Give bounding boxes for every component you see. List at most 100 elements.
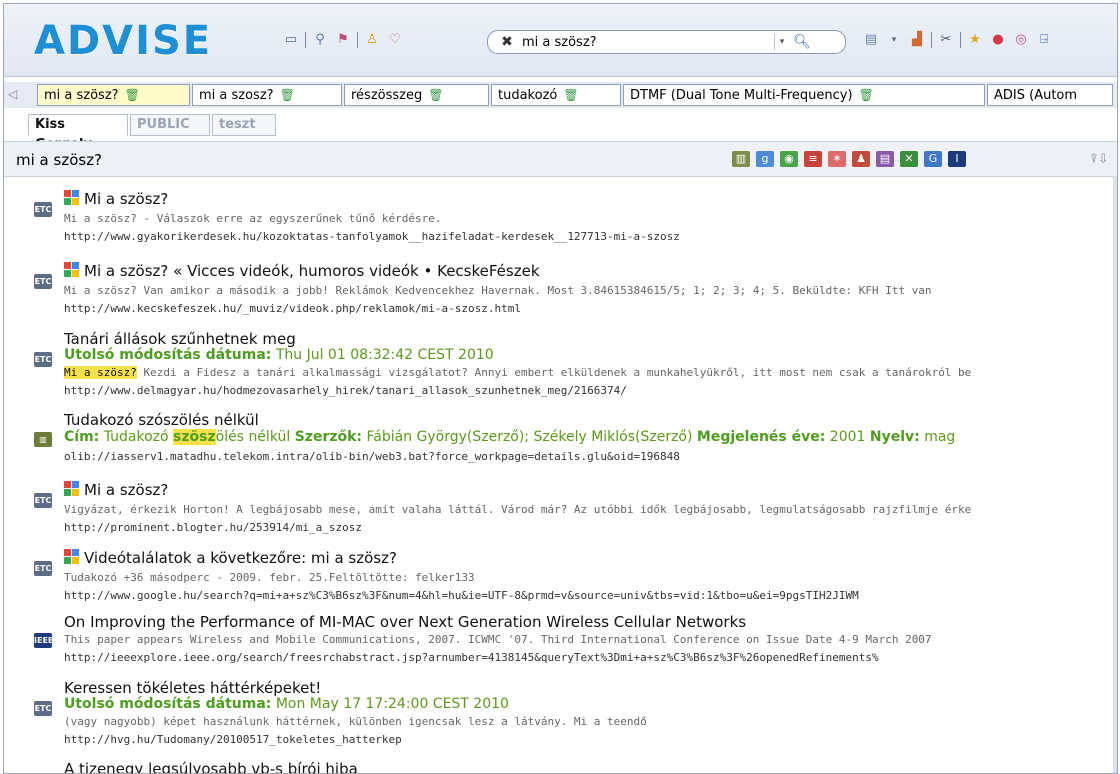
- window-icon[interactable]: ▭: [282, 31, 300, 49]
- google-apps-icon[interactable]: G: [924, 151, 942, 167]
- globe-icon[interactable]: ◉: [780, 151, 798, 167]
- result-snippet: Kezdi a Fidesz a tanári alkalmassági viz…: [136, 366, 972, 379]
- result-url[interactable]: olib://iasserv1.matadhu.telekom.intra/ol…: [64, 450, 680, 463]
- source-filter-icons: ▥ g ◉ ≡ ✶ ♟ ▤ ✕ G I: [732, 151, 966, 167]
- search-dropdown-icon[interactable]: ▾: [774, 34, 789, 50]
- ieee-source-icon: IEEE: [34, 633, 53, 648]
- result-snippet: Vigyázat, érkezik Horton! A legbájosabb …: [64, 503, 972, 516]
- result-title[interactable]: Mi a szösz?: [84, 190, 168, 208]
- result-url[interactable]: http://ieeexplore.ieee.org/search/freesr…: [64, 651, 879, 664]
- result-item: ETC Videótalálatok a következőre: mi a s…: [34, 549, 1113, 605]
- cim-label: Cím:: [64, 429, 100, 445]
- tab-adis[interactable]: ADIS (Autom: [987, 84, 1113, 106]
- etc-source-icon: ETC: [34, 274, 52, 289]
- exit-icon[interactable]: ⍈: [1035, 31, 1053, 49]
- google-icon: [64, 262, 80, 278]
- google-icon: [64, 481, 80, 497]
- result-url[interactable]: http://www.kecskefeszek.hu/_muviz/videok…: [64, 302, 521, 315]
- result-title[interactable]: Keressen tökéletes háttérképeket!: [64, 679, 321, 697]
- profile-tabs: Kiss Gergely PUBLIC teszt: [4, 112, 1117, 152]
- tab-public[interactable]: PUBLIC: [130, 114, 210, 136]
- szerzok-label: Szerzők:: [294, 429, 363, 445]
- flag-icon[interactable]: ⚑: [334, 31, 352, 49]
- top-toolbar: ADVISE ▭ ⚲ ⚑ ♙ ♡ ✖ ▾ 🔍︎ ▤ ▾ ▟ ✂ ★ ● ◎ ⍈: [4, 4, 1117, 77]
- meta-label: Utolsó módosítás dátuma:: [64, 347, 272, 363]
- trash-icon[interactable]: 🗑︎: [280, 88, 295, 102]
- lightbulb-icon[interactable]: ⚲: [311, 31, 329, 49]
- trash-icon[interactable]: 🗑︎: [428, 88, 443, 102]
- app-logo: ADVISE: [34, 18, 213, 64]
- library-source-icon: ▥: [34, 432, 52, 447]
- nyelv-label: Nyelv:: [869, 429, 920, 445]
- result-url[interactable]: http://www.google.hu/search?q=mi+a+sz%C3…: [64, 589, 859, 602]
- results-scrollbar[interactable]: [1113, 176, 1117, 773]
- google-icon: [64, 549, 80, 565]
- tab-dtmf[interactable]: DTMF (Dual Tone Multi-Frequency) 🗑︎: [623, 84, 985, 106]
- trash-icon[interactable]: 🗑︎: [563, 88, 578, 102]
- result-title[interactable]: Tanári állások szűnhetnek meg: [64, 330, 296, 348]
- result-title[interactable]: Tudakozó szószölés nélkül: [64, 411, 259, 429]
- result-item: ETC Keressen tökéletes háttérképeket! Ut…: [34, 679, 1113, 751]
- result-title[interactable]: Mi a szösz? « Vicces videók, humoros vid…: [84, 262, 540, 280]
- search-button[interactable]: 🔍︎: [791, 33, 813, 51]
- ev-label: Megjelenés éve:: [696, 429, 826, 445]
- star-icon[interactable]: ★: [966, 31, 984, 49]
- result-url[interactable]: http://www.delmagyar.hu/hodmezovasarhely…: [64, 384, 627, 397]
- trash-icon[interactable]: 🗑︎: [125, 88, 140, 102]
- person-icon[interactable]: ♟: [852, 151, 870, 167]
- tools-icon[interactable]: ✂: [937, 31, 955, 49]
- result-item: ▥ Tudakozó szószölés nélkül Cím: Tudakoz…: [34, 411, 1113, 467]
- help-icon[interactable]: ◎: [1012, 31, 1030, 49]
- result-item: ETC Tanári állások szűnhetnek meg Utolsó…: [34, 330, 1113, 402]
- result-url[interactable]: http://www.gyakorikerdesek.hu/kozoktatas…: [64, 230, 680, 243]
- result-url[interactable]: http://prominent.blogter.hu/253914/mi_a_…: [64, 521, 362, 534]
- user-icon[interactable]: ♙: [363, 31, 381, 49]
- result-title[interactable]: A tizenegy legsúlyosabb vb-s bírói hiba: [64, 760, 358, 773]
- clear-search-icon[interactable]: ✖: [498, 33, 516, 51]
- etc-source-icon: ETC: [34, 561, 52, 576]
- user-heart-icon[interactable]: ♡: [386, 31, 404, 49]
- result-snippet: Mi a szösz? Van amikor a második a jobb!…: [64, 284, 932, 297]
- chevron-down-icon[interactable]: ▾: [885, 31, 903, 49]
- etc-source-icon: ETC: [34, 352, 52, 367]
- snippet-highlight: Mi a szösz?: [64, 366, 137, 379]
- result-title[interactable]: Videótalálatok a következőre: mi a szösz…: [84, 549, 397, 567]
- trash-icon[interactable]: 🗑︎: [859, 88, 874, 102]
- search-input[interactable]: [520, 33, 774, 51]
- result-item: A tizenegy legsúlyosabb vb-s bírói hiba: [34, 760, 1113, 773]
- query-tabs: ◁ mi a szösz? 🗑︎ mi a szosz? 🗑︎ részösszeg…: [4, 82, 1117, 108]
- chart-icon[interactable]: ▟: [908, 31, 926, 49]
- tab-mi-a-szosz-2[interactable]: mi a szosz? 🗑︎: [192, 84, 342, 106]
- tab-mi-a-szosz-1[interactable]: mi a szösz? 🗑︎: [37, 84, 190, 106]
- result-snippet: This paper appears Wireless and Mobile C…: [64, 633, 932, 646]
- globe-remove-icon[interactable]: ✕: [900, 151, 918, 167]
- result-item: ETC Mi a szösz? Mi a szösz? - Válaszok e…: [34, 190, 1113, 246]
- tab-kiss-gergely[interactable]: Kiss Gergely: [28, 114, 128, 152]
- results-list: ETC Mi a szösz? Mi a szösz? - Válaszok e…: [4, 176, 1113, 773]
- google-icon[interactable]: g: [756, 151, 774, 167]
- tab-teszt[interactable]: teszt: [212, 114, 276, 136]
- result-title[interactable]: On Improving the Performance of MI-MAC o…: [64, 613, 746, 631]
- meta-value: Thu Jul 01 08:32:42 CEST 2010: [275, 347, 494, 363]
- query-title: mi a szösz?: [16, 151, 103, 169]
- result-snippet: Tudakozó +36 másodperc - 2009. febr. 25.…: [64, 571, 475, 584]
- page-icon[interactable]: ▤: [862, 31, 880, 49]
- tab-tudakozo[interactable]: tudakozó 🗑︎: [491, 84, 621, 106]
- tab-reszosszeg[interactable]: részösszeg 🗑︎: [344, 84, 489, 106]
- sparkle-icon[interactable]: ✶: [828, 151, 846, 167]
- result-url[interactable]: http://hvg.hu/Tudomany/20100517_tokelete…: [64, 733, 402, 746]
- etc-source-icon: ETC: [34, 701, 52, 716]
- tabs-scroll-left-icon[interactable]: ◁: [8, 85, 18, 103]
- etc-icon[interactable]: ≡: [804, 151, 822, 167]
- library-icon[interactable]: ▥: [732, 151, 750, 167]
- filter-icon[interactable]: ⍒⇩: [1090, 152, 1109, 167]
- result-title[interactable]: Mi a szösz?: [84, 481, 168, 499]
- left-toolbar-icons: ▭ ⚲ ⚑ ♙ ♡: [282, 31, 404, 49]
- books-icon[interactable]: ▤: [876, 151, 894, 167]
- etc-source-icon: ETC: [34, 493, 52, 508]
- result-snippet: (vagy nagyobb) képet használunk háttérne…: [64, 715, 647, 728]
- result-snippet: Mi a szösz? - Válaszok erre az egyszerűn…: [64, 212, 442, 225]
- record-icon[interactable]: ●: [989, 31, 1007, 49]
- google-icon: [64, 190, 80, 206]
- ieee-icon[interactable]: I: [948, 151, 966, 167]
